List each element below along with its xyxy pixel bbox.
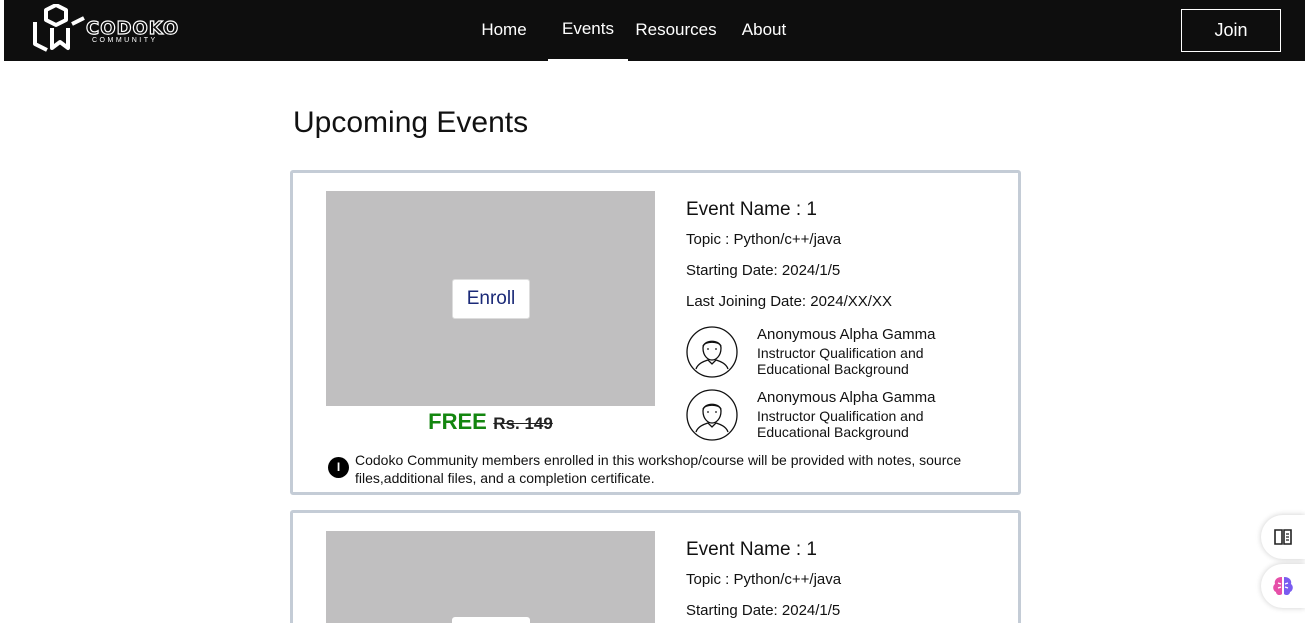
event-name: Event Name : 1: [686, 199, 817, 220]
reader-icon: [1274, 529, 1292, 545]
browser-viewport: CODOKO COMMUNITY Home Events Resources A…: [4, 0, 1305, 623]
brand-name: CODOKO: [85, 17, 180, 39]
ai-assistant-button[interactable]: [1261, 564, 1305, 608]
instructor-qualification: Instructor Qualification and Educational…: [757, 408, 924, 440]
page-title: Upcoming Events: [293, 106, 529, 139]
reader-mode-button[interactable]: [1261, 515, 1305, 559]
brand-logo[interactable]: CODOKO COMMUNITY: [32, 3, 192, 54]
event-card: Event Name : 1 Topic : Python/c++/java S…: [290, 510, 1021, 623]
instructor-qualification: Instructor Qualification and Educational…: [757, 345, 924, 377]
event-start-date: Starting Date: 2024/1/5: [686, 262, 841, 279]
info-icon: I: [328, 457, 349, 478]
avatar-icon: [686, 389, 738, 441]
nav-about[interactable]: About: [724, 0, 804, 61]
instructor: Anonymous Alpha Gamma Instructor Qualifi…: [686, 326, 1006, 378]
brand-subtitle: COMMUNITY: [92, 37, 158, 44]
join-button[interactable]: Join: [1181, 9, 1281, 52]
instructor-name: Anonymous Alpha Gamma: [757, 326, 936, 343]
event-info: Event Name : 1 Topic : Python/c++/java S…: [686, 539, 1006, 623]
instructor: Anonymous Alpha Gamma Instructor Qualifi…: [686, 389, 1006, 441]
event-start-date: Starting Date: 2024/1/5: [686, 602, 841, 619]
avatar-icon: [686, 326, 738, 378]
event-name: Event Name : 1: [686, 539, 817, 560]
logo-icon: [33, 3, 85, 52]
nav-links: Home Events Resources About: [468, 0, 804, 61]
price-original: Rs. 149: [493, 414, 553, 433]
event-card: Enroll FREE Rs. 149 Event Name : 1 Topic…: [290, 170, 1021, 495]
event-price: FREE Rs. 149: [326, 409, 655, 435]
nav-home[interactable]: Home: [468, 0, 540, 61]
event-topic: Topic : Python/c++/java: [686, 571, 842, 588]
enroll-button[interactable]: Enroll: [452, 279, 530, 319]
event-info: Event Name : 1 Topic : Python/c++/java S…: [686, 199, 1006, 324]
ai-brain-icon: [1273, 577, 1293, 596]
top-navbar: CODOKO COMMUNITY Home Events Resources A…: [4, 0, 1305, 61]
event-last-join-date: Last Joining Date: 2024/XX/XX: [686, 293, 892, 310]
price-free: FREE: [428, 409, 487, 434]
event-image-placeholder: [326, 531, 655, 623]
instructor-name: Anonymous Alpha Gamma: [757, 389, 936, 406]
nav-resources[interactable]: Resources: [628, 0, 724, 61]
event-topic: Topic : Python/c++/java: [686, 231, 842, 248]
event-note-text: Codoko Community members enrolled in thi…: [355, 452, 962, 486]
enroll-button[interactable]: [452, 617, 530, 623]
event-image-placeholder: Enroll: [326, 191, 655, 406]
nav-events[interactable]: Events: [548, 0, 628, 61]
